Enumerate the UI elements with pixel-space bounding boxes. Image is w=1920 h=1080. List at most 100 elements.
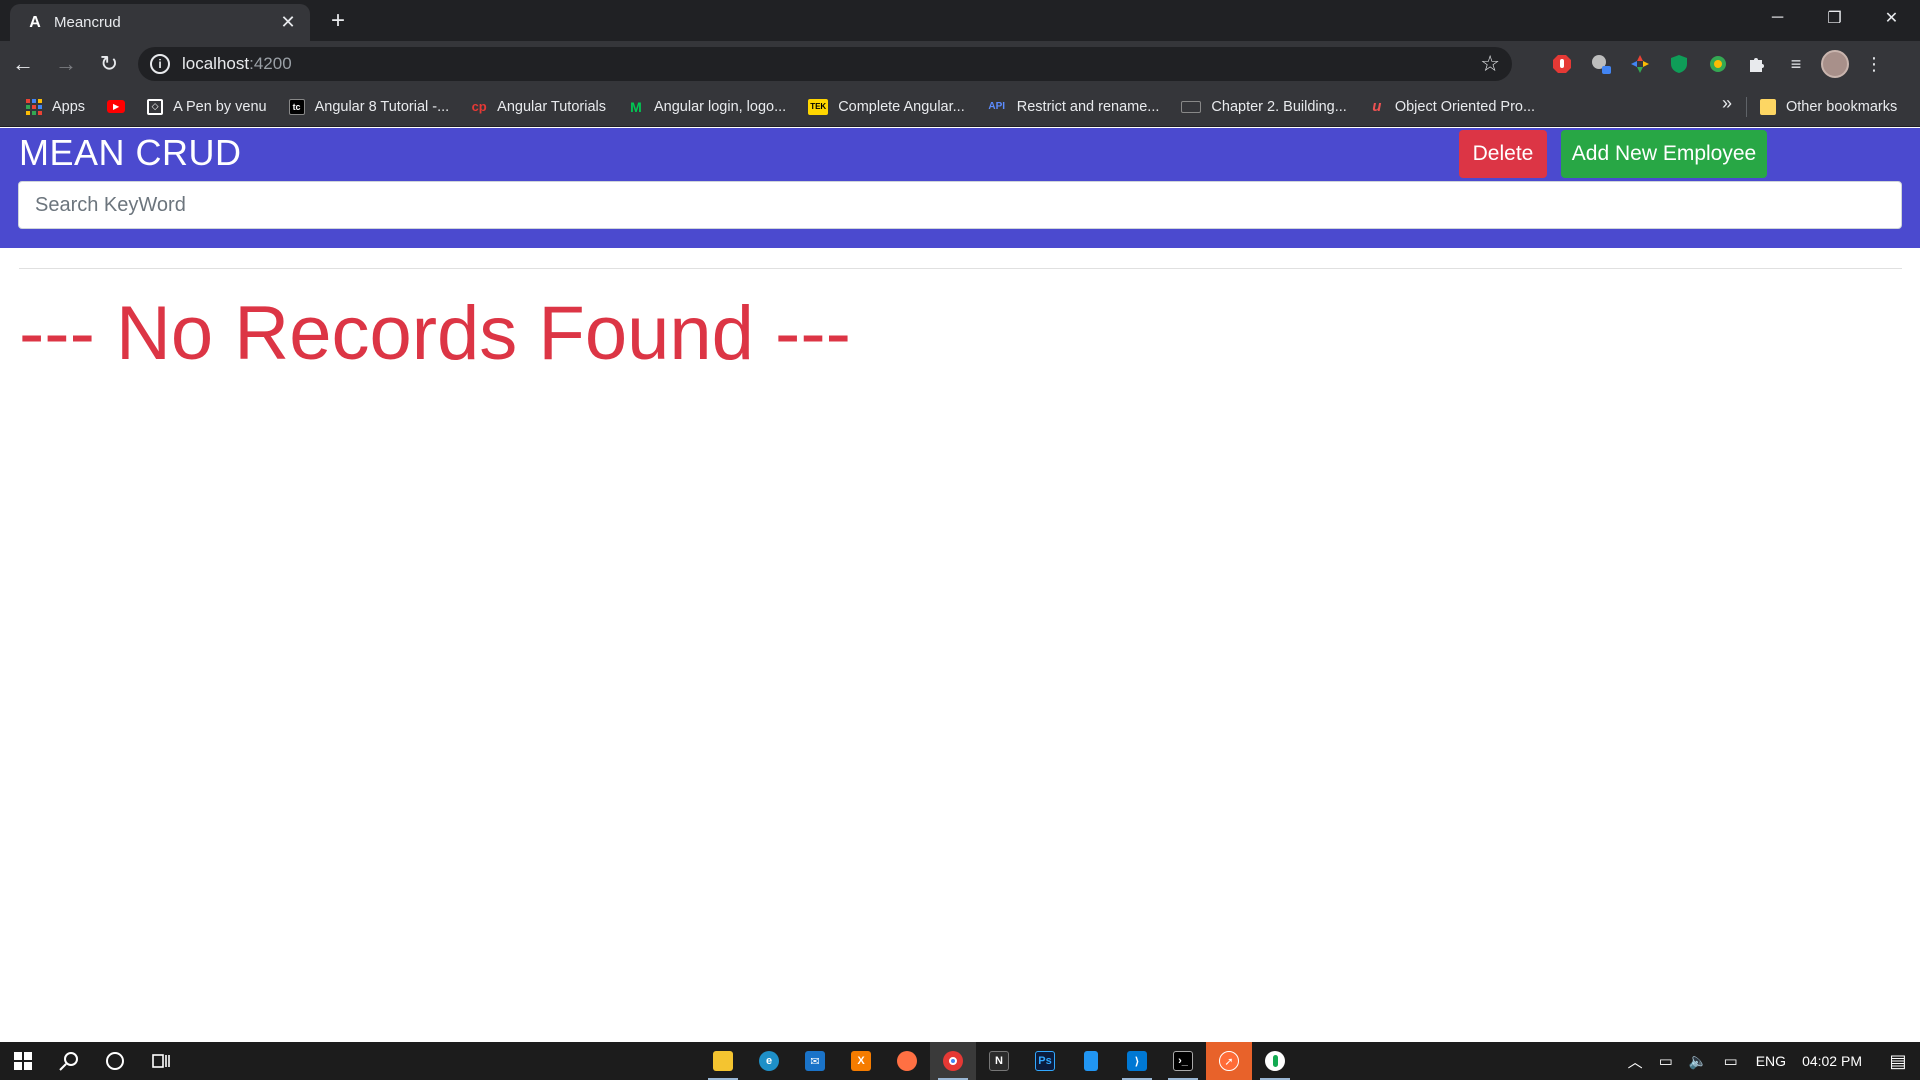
close-window-button[interactable]: ✕	[1863, 0, 1920, 36]
no-records-message: --- No Records Found ---	[19, 291, 851, 376]
content-divider	[19, 268, 1902, 269]
postman-icon[interactable]: ➚	[1206, 1042, 1252, 1080]
task-view-icon[interactable]	[138, 1042, 184, 1080]
notion-icon[interactable]: N	[976, 1042, 1022, 1080]
window-controls: ─ ❐ ✕	[1749, 0, 1920, 36]
bookmark-youtube[interactable]: ▶	[99, 93, 133, 121]
browser-tab[interactable]: A Meancrud ✕	[10, 4, 310, 41]
bookmark-label: Restrict and rename...	[1016, 98, 1160, 115]
delete-button[interactable]: Delete	[1459, 130, 1547, 178]
clock[interactable]: 04:02 PM	[1796, 1053, 1876, 1069]
bookmark-label: Apps	[52, 98, 86, 115]
bookmark-star-icon[interactable]: ☆	[1480, 51, 1500, 77]
bookmark-label: Complete Angular...	[838, 98, 965, 115]
firefox-icon[interactable]	[884, 1042, 930, 1080]
address-url[interactable]: localhost:4200	[182, 54, 1480, 74]
browser-tab-strip: A Meancrud ✕ + ─ ❐ ✕	[0, 0, 1920, 41]
apps-grid-icon	[26, 98, 42, 115]
restore-button[interactable]: ❐	[1806, 0, 1863, 36]
new-tab-button[interactable]: +	[324, 8, 352, 36]
bookmark-label: Angular 8 Tutorial -...	[314, 98, 450, 115]
folder-icon	[1760, 99, 1776, 115]
menu-kebab-icon[interactable]: ⋮	[1860, 50, 1888, 78]
mongodb-icon[interactable]	[1252, 1042, 1298, 1080]
network-icon[interactable]: ▭	[1716, 1052, 1746, 1070]
system-tray: ︿ ▭ 🔈 ▭ ENG 04:02 PM ▤	[1620, 1042, 1920, 1080]
bookmark-angular-login[interactable]: M Angular login, logo...	[620, 93, 794, 121]
tab-close-icon[interactable]: ✕	[278, 12, 298, 33]
minimize-button[interactable]: ─	[1749, 0, 1806, 36]
youtube-icon: ▶	[107, 100, 126, 113]
app-title: MEAN CRUD	[19, 132, 242, 173]
tab-title: Meancrud	[54, 14, 121, 31]
cortana-icon[interactable]	[92, 1042, 138, 1080]
chrome-icon[interactable]	[930, 1042, 976, 1080]
udemy-icon: u	[1372, 98, 1382, 115]
app-header: MEAN CRUD Delete Add New Employee	[0, 128, 1920, 248]
notification-center-icon[interactable]: ▤	[1876, 1042, 1920, 1080]
url-host: localhost	[182, 54, 250, 73]
other-bookmarks-label: Other bookmarks	[1786, 99, 1898, 115]
photoshop-icon[interactable]: Ps	[1022, 1042, 1068, 1080]
windows-taskbar: e ✉ X N Ps ⟩ ›_ ➚ ︿ ▭ 🔈 ▭ ENG 04:02 PM ▤	[0, 1042, 1920, 1080]
codepen-icon: ◇	[147, 98, 164, 115]
file-explorer-icon[interactable]	[700, 1042, 746, 1080]
profile-avatar[interactable]	[1821, 50, 1849, 78]
shield-icon[interactable]	[1665, 50, 1693, 78]
notepad-icon[interactable]	[1068, 1042, 1114, 1080]
show-hidden-icons-chevron-icon[interactable]: ︿	[1620, 1051, 1651, 1072]
add-new-employee-button[interactable]: Add New Employee	[1561, 130, 1767, 178]
terminal-icon[interactable]: ›_	[1160, 1042, 1206, 1080]
bookmarks-divider	[1746, 97, 1747, 117]
battery-icon[interactable]: ▭	[1651, 1052, 1681, 1070]
language-indicator[interactable]: ENG	[1746, 1053, 1796, 1069]
m-icon: M	[630, 98, 642, 115]
tutorial-icon: tc	[288, 98, 305, 115]
bookmark-angular-tutorials[interactable]: cp Angular Tutorials	[463, 93, 614, 121]
url-port: :4200	[249, 54, 292, 73]
other-bookmarks[interactable]: Other bookmarks	[1760, 93, 1897, 121]
bookmark-label: Chapter 2. Building...	[1211, 98, 1347, 115]
back-arrow-icon[interactable]: ←	[3, 44, 43, 84]
bookmark-object-oriented[interactable]: u Object Oriented Pro...	[1361, 93, 1543, 121]
bookmarks-bar: Apps ▶ ◇ A Pen by venu tc Angular 8 Tuto…	[0, 87, 1920, 127]
windows-start-icon[interactable]	[0, 1042, 46, 1080]
cp-icon: cp	[471, 99, 487, 114]
book-icon	[1181, 100, 1202, 113]
bookmark-codepen[interactable]: ◇ A Pen by venu	[139, 93, 275, 121]
chat-extension-icon[interactable]	[1587, 50, 1615, 78]
address-bar[interactable]: i localhost:4200 ☆	[138, 47, 1512, 81]
tek-icon: TEK	[808, 98, 829, 115]
taskbar-apps: e ✉ X N Ps ⟩ ›_ ➚	[700, 1042, 1298, 1080]
google-extension-icon[interactable]	[1704, 50, 1732, 78]
edge-icon[interactable]: e	[746, 1042, 792, 1080]
bookmark-angular-8-tutorial[interactable]: tc Angular 8 Tutorial -...	[281, 93, 458, 121]
bookmarks-overflow-chevron-icon[interactable]: »	[1717, 93, 1737, 114]
bookmark-chapter-2[interactable]: Chapter 2. Building...	[1173, 93, 1354, 121]
volume-icon[interactable]: 🔈	[1681, 1052, 1716, 1070]
color-picker-icon[interactable]	[1626, 50, 1654, 78]
browser-toolbar: ← → ↻ i localhost:4200 ☆ ≡ ⋮	[0, 41, 1920, 87]
bookmark-restrict-rename[interactable]: API Restrict and rename...	[979, 93, 1168, 121]
vscode-icon[interactable]: ⟩	[1114, 1042, 1160, 1080]
search-input[interactable]	[18, 181, 1902, 229]
bookmark-apps[interactable]: Apps	[18, 93, 93, 121]
bookmark-label: Angular login, logo...	[653, 98, 787, 115]
reload-icon[interactable]: ↻	[89, 44, 129, 84]
bookmark-label: Angular Tutorials	[497, 98, 606, 115]
bookmark-label: A Pen by venu	[173, 98, 267, 115]
api-icon: API	[988, 101, 1006, 112]
adblock-icon[interactable]	[1548, 50, 1576, 78]
reading-list-icon[interactable]: ≡	[1782, 50, 1810, 78]
bookmark-label: Object Oriented Pro...	[1394, 98, 1536, 115]
search-icon[interactable]	[46, 1042, 92, 1080]
xampp-icon[interactable]: X	[838, 1042, 884, 1080]
forward-arrow-icon[interactable]: →	[46, 44, 86, 84]
extensions-area: ≡ ⋮	[1548, 47, 1888, 81]
bookmark-complete-angular[interactable]: TEK Complete Angular...	[800, 93, 973, 121]
angular-icon: A	[29, 13, 41, 31]
puzzle-icon[interactable]	[1743, 50, 1771, 78]
taskbar-left	[0, 1042, 184, 1080]
mail-icon[interactable]: ✉	[792, 1042, 838, 1080]
site-info-icon[interactable]: i	[150, 54, 170, 74]
